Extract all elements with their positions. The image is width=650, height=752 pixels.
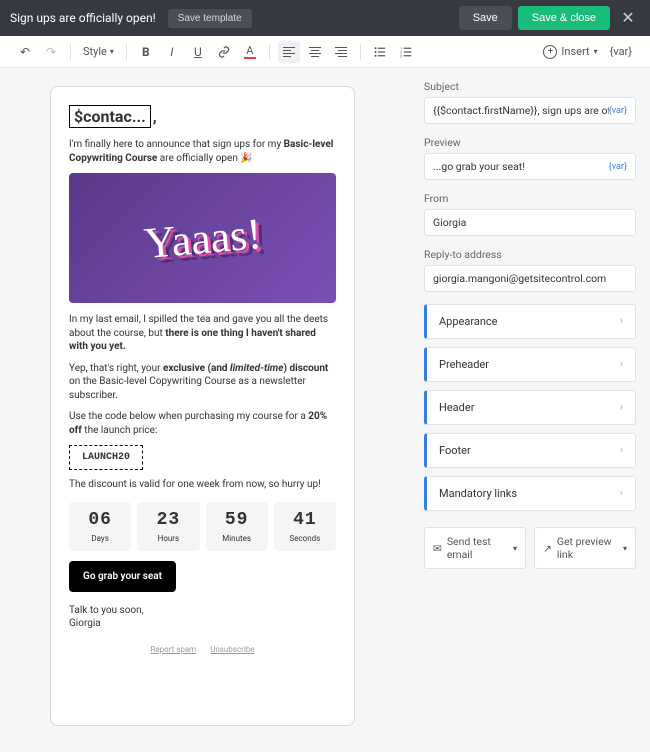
action-label: Send test email [447, 535, 508, 561]
italic-button[interactable]: I [161, 41, 183, 63]
section-preheader[interactable]: Preheader › [424, 347, 636, 382]
send-test-email-button[interactable]: ✉ Send test email ▾ [424, 527, 526, 569]
bullet-list-button[interactable] [369, 41, 391, 63]
section-header[interactable]: Header › [424, 390, 636, 425]
align-center-button[interactable] [304, 41, 326, 63]
replyto-field[interactable] [424, 265, 636, 292]
from-field[interactable] [424, 209, 636, 236]
align-left-icon [283, 47, 295, 57]
chevron-right-icon: › [620, 359, 623, 370]
preview-field[interactable]: {var} [424, 153, 636, 180]
save-template-button[interactable]: Save template [168, 9, 252, 28]
link-icon [218, 46, 230, 58]
coupon-code[interactable]: LAUNCH20 [69, 445, 143, 470]
section-mandatory-links[interactable]: Mandatory links › [424, 476, 636, 511]
align-right-button[interactable] [330, 41, 352, 63]
countdown-days: 06 Days [69, 502, 131, 551]
from-label: From [424, 192, 636, 205]
external-link-icon: ↗ [543, 542, 552, 555]
chevron-right-icon: › [620, 402, 623, 413]
report-spam-link[interactable]: Report spam [150, 645, 196, 654]
align-right-icon [335, 47, 347, 57]
section-appearance[interactable]: Appearance › [424, 304, 636, 339]
text-color-button[interactable]: A [239, 41, 261, 63]
subject-field[interactable]: {var} [424, 97, 636, 124]
numbered-list-button[interactable]: 123 [395, 41, 417, 63]
style-label: Style [83, 45, 107, 58]
divider [269, 44, 270, 60]
chevron-down-icon: ▾ [623, 544, 627, 553]
section-label: Appearance [439, 315, 498, 328]
signoff: Talk to you soon, Giorgia [69, 604, 336, 631]
chevron-down-icon: ▾ [594, 47, 598, 56]
chevron-right-icon: › [620, 316, 623, 327]
section-label: Footer [439, 444, 471, 457]
plus-icon: + [543, 45, 557, 59]
page-title: Sign ups are officially open! [10, 11, 156, 25]
from-input[interactable] [433, 216, 627, 229]
numbered-list-icon: 123 [400, 46, 412, 58]
countdown-seconds: 41 Seconds [274, 502, 336, 551]
replyto-input[interactable] [433, 272, 627, 285]
insert-dropdown[interactable]: + Insert ▾ [539, 45, 601, 59]
email-frame[interactable]: $contac... , I'm finally here to announc… [50, 86, 355, 726]
undo-button[interactable]: ↶ [14, 41, 36, 63]
cta-button[interactable]: Go grab your seat [69, 561, 176, 592]
replyto-label: Reply-to address [424, 248, 636, 261]
email-canvas: $contac... , I'm finally here to announc… [0, 68, 410, 752]
body-paragraph: Use the code below when purchasing my co… [69, 410, 336, 437]
chevron-down-icon: ▾ [513, 544, 517, 553]
insert-label: Insert [561, 45, 589, 58]
intro-paragraph: I'm finally here to announce that sign u… [69, 138, 336, 165]
body-paragraph: In my last email, I spilled the tea and … [69, 313, 336, 354]
chevron-right-icon: › [620, 445, 623, 456]
bullet-list-icon [374, 46, 386, 58]
section-label: Preheader [439, 358, 489, 371]
action-label: Get preview link [557, 535, 618, 561]
divider [126, 44, 127, 60]
settings-panel: Subject {var} Preview {var} From Reply-t… [410, 68, 650, 752]
chevron-down-icon: ▾ [110, 47, 114, 56]
link-button[interactable] [213, 41, 235, 63]
underline-button[interactable]: U [187, 41, 209, 63]
get-preview-link-button[interactable]: ↗ Get preview link ▾ [534, 527, 636, 569]
section-label: Header [439, 401, 474, 414]
section-label: Mandatory links [439, 487, 517, 500]
svg-text:3: 3 [400, 54, 402, 58]
countdown-timer: 06 Days 23 Hours 59 Minutes 41 Seconds [69, 502, 336, 551]
insert-var-button[interactable]: {var} [609, 162, 627, 172]
body-paragraph: Yep, that's right, your exclusive (and l… [69, 362, 336, 403]
email-greeting: $contac... , [69, 105, 336, 128]
preview-input[interactable] [433, 160, 609, 173]
redo-button[interactable]: ↷ [40, 41, 62, 63]
bold-button[interactable]: B [135, 41, 157, 63]
preview-label: Preview [424, 136, 636, 149]
divider [70, 44, 71, 60]
variable-token[interactable]: $contac... [69, 105, 151, 128]
insert-variable-button[interactable]: {var} [606, 45, 636, 58]
align-left-button[interactable] [278, 41, 300, 63]
style-dropdown[interactable]: Style ▾ [79, 45, 118, 58]
save-button[interactable]: Save [459, 6, 512, 30]
insert-var-button[interactable]: {var} [609, 106, 627, 116]
editor-toolbar: ↶ ↷ Style ▾ B I U A 123 + Insert ▾ {var} [0, 36, 650, 68]
top-bar: Sign ups are officially open! Save templ… [0, 0, 650, 36]
hero-image[interactable]: Yaaas! [69, 173, 336, 303]
subject-input[interactable] [433, 104, 609, 117]
hero-text: Yaaas! [142, 207, 264, 268]
align-center-icon [309, 47, 321, 57]
subject-label: Subject [424, 80, 636, 93]
greeting-comma: , [153, 107, 157, 126]
mail-icon: ✉ [433, 542, 442, 555]
body-paragraph: The discount is valid for one week from … [69, 478, 336, 492]
countdown-minutes: 59 Minutes [206, 502, 268, 551]
email-footer: Report spam Unsubscribe [69, 645, 336, 654]
close-button[interactable]: ✕ [616, 8, 640, 28]
section-footer[interactable]: Footer › [424, 433, 636, 468]
unsubscribe-link[interactable]: Unsubscribe [210, 645, 254, 654]
divider [360, 44, 361, 60]
countdown-hours: 23 Hours [137, 502, 199, 551]
chevron-right-icon: › [620, 488, 623, 499]
save-close-button[interactable]: Save & close [518, 6, 610, 30]
